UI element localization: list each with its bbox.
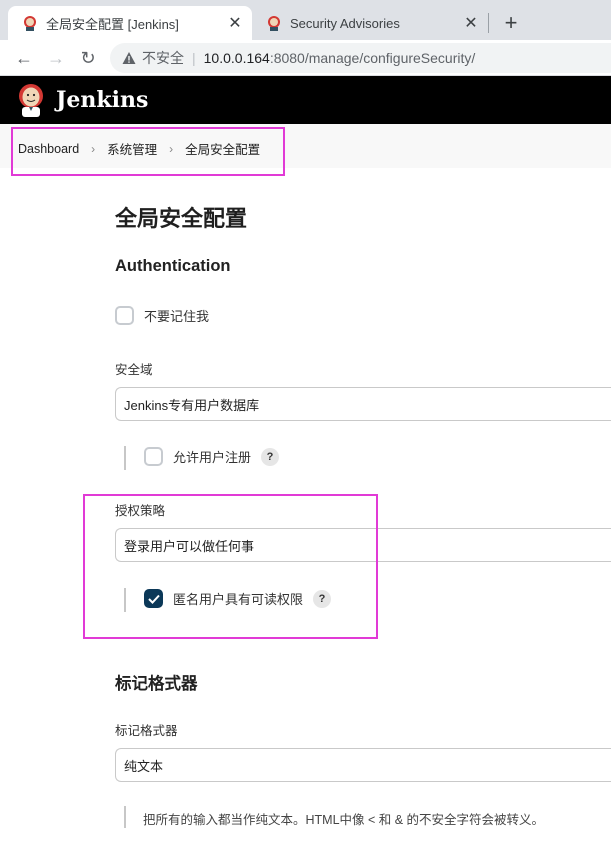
security-realm-select[interactable]: Jenkins专有用户数据库: [115, 387, 611, 421]
jenkins-title[interactable]: Jenkins: [56, 87, 148, 113]
jenkins-logo-icon[interactable]: [16, 83, 46, 117]
markup-formatter-label: 标记格式器: [115, 724, 178, 738]
tab-divider: [488, 13, 489, 33]
url-path: :8080/manage/configureSecurity/: [269, 50, 476, 66]
reload-button[interactable]: ↻: [74, 44, 102, 72]
url-host: 10.0.0.164: [203, 50, 270, 66]
indent-bar: [124, 446, 126, 470]
warning-icon[interactable]: [122, 51, 136, 65]
markup-formatter-heading: 标记格式器: [115, 675, 198, 693]
disable-remember-me-label: 不要记住我: [144, 309, 210, 324]
markup-formatter-select[interactable]: 纯文本: [115, 748, 611, 782]
disable-remember-me-checkbox[interactable]: [115, 306, 134, 325]
security-realm-label: 安全域: [115, 363, 153, 377]
close-tab-icon[interactable]: ✕: [460, 12, 482, 34]
tab-security-advisories[interactable]: Security Advisories ✕: [252, 6, 488, 40]
tab-title: Security Advisories: [290, 15, 400, 31]
disable-remember-me-row[interactable]: 不要记住我: [115, 306, 209, 325]
new-tab-button[interactable]: +: [498, 10, 524, 36]
authentication-heading: Authentication: [115, 257, 231, 275]
markup-formatter-description: 把所有的输入都当作纯文本。HTML中像 < 和 & 的不安全字符会被转义。: [143, 813, 545, 827]
insecure-label: 不安全: [142, 50, 184, 66]
help-icon[interactable]: ?: [261, 447, 280, 466]
address-bar[interactable]: 不安全 | 10.0.0.164 :8080/manage/configureS…: [110, 43, 611, 73]
highlight-annotation-authorization: [83, 494, 378, 639]
page-title: 全局安全配置: [115, 206, 248, 231]
address-separator: |: [192, 50, 196, 66]
close-tab-icon[interactable]: ✕: [224, 12, 246, 34]
tab-title: 全局安全配置 [Jenkins]: [46, 16, 179, 32]
security-realm-value: Jenkins专有用户数据库: [124, 397, 260, 413]
jenkins-favicon-icon: [22, 15, 38, 31]
back-button[interactable]: ←: [10, 44, 38, 72]
allow-signup-row[interactable]: 允许用户注册 ?: [144, 447, 280, 466]
markup-formatter-value: 纯文本: [124, 758, 164, 774]
allow-signup-checkbox[interactable]: [144, 447, 163, 466]
jenkins-header: Jenkins: [0, 76, 611, 124]
tab-jenkins-security[interactable]: 全局安全配置 [Jenkins] ✕: [8, 6, 252, 40]
browser-tab-bar: 全局安全配置 [Jenkins] ✕ Security Advisories ✕…: [0, 0, 611, 40]
browser-toolbar: ← → ↻ 不安全 | 10.0.0.164 :8080/manage/conf…: [0, 40, 611, 76]
allow-signup-label: 允许用户注册: [173, 450, 252, 465]
forward-button[interactable]: →: [42, 44, 70, 72]
indent-bar: [124, 806, 126, 828]
jenkins-favicon-icon: [266, 15, 282, 31]
